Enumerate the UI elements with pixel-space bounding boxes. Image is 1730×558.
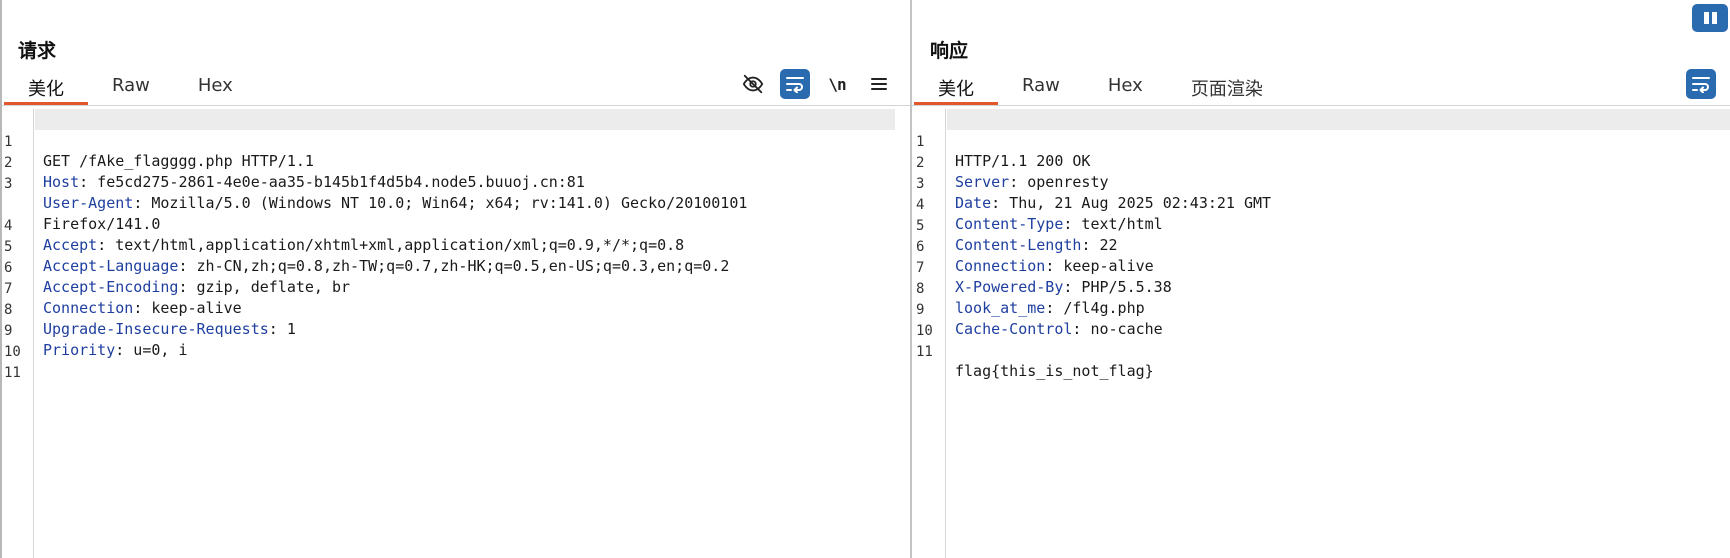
editor-line[interactable]: 1 HTTP/1.1 200 OK	[912, 109, 1730, 170]
editor-line[interactable]: 5 Content-Length: 22	[912, 193, 1730, 254]
editor-line[interactable]: 1 GET /fAke_flagggg.php HTTP/1.1	[2, 109, 910, 170]
response-toolbar	[1686, 69, 1716, 99]
editor-line[interactable]: 9 Cache-Control: no-cache	[912, 277, 1730, 338]
editor-line[interactable]: 4 Accept: text/html,application/xhtml+xm…	[2, 193, 910, 254]
editor-line[interactable]: 11	[2, 340, 910, 381]
editor-line[interactable]: 9 Priority: u=0, i	[2, 298, 910, 359]
line-number: 3	[4, 176, 13, 192]
editor-line[interactable]: 3 User-Agent: Mozilla/5.0 (Windows NT 10…	[2, 151, 910, 233]
editor-line[interactable]: 6 Connection: keep-alive	[912, 214, 1730, 275]
response-editor[interactable]: 1 HTTP/1.1 200 OK 2 Server: openresty 3 …	[912, 109, 1730, 558]
response-tab-divider	[912, 105, 1730, 106]
editor-line[interactable]: 2 Host: fe5cd275-2861-4e0e-aa35-b145b1f4…	[2, 130, 910, 191]
editor-line[interactable]: 6 Accept-Encoding: gzip, deflate, br	[2, 235, 910, 296]
editor-line[interactable]: 7 X-Powered-By: PHP/5.5.38	[912, 235, 1730, 296]
pause-icon[interactable]	[1692, 4, 1728, 32]
wrap-lines-icon[interactable]	[1686, 69, 1716, 99]
tab-raw[interactable]: Raw	[998, 70, 1084, 106]
wrap-lines-icon[interactable]	[780, 69, 810, 99]
editor-line[interactable]: 4 Content-Type: text/html	[912, 172, 1730, 233]
editor-line[interactable]: 3 Date: Thu, 21 Aug 2025 02:43:21 GMT	[912, 151, 1730, 212]
line-number: 11	[916, 344, 933, 360]
editor-line[interactable]: 11 flag{this_is_not_flag}	[912, 319, 1730, 380]
response-pane: 响应 美化 Raw Hex 页面渲染 1 HTTP/1.1 200 OK 2 S…	[910, 0, 1730, 558]
editor-line[interactable]: 10	[912, 298, 1730, 339]
eye-slash-icon[interactable]	[738, 69, 768, 99]
request-pane: 请求 美化 Raw Hex \n 1 GET /fAke_flagggg.php…	[0, 0, 910, 558]
editor-line[interactable]: 5 Accept-Language: zh-CN,zh;q=0.8,zh-TW;…	[2, 214, 910, 275]
newline-label: \n	[828, 74, 846, 94]
request-tab-divider	[2, 105, 910, 106]
editor-line[interactable]: 8 look_at_me: /fl4g.php	[912, 256, 1730, 317]
tab-pretty[interactable]: 美化	[914, 70, 998, 106]
newline-toggle-button[interactable]: \n	[822, 69, 852, 99]
response-title: 响应	[930, 40, 969, 62]
tab-render[interactable]: 页面渲染	[1167, 70, 1287, 106]
request-editor[interactable]: 1 GET /fAke_flagggg.php HTTP/1.1 2 Host:…	[2, 109, 910, 558]
line-number: 11	[4, 365, 21, 381]
tab-pretty[interactable]: 美化	[4, 70, 88, 106]
tab-hex[interactable]: Hex	[1084, 70, 1167, 106]
editor-line[interactable]: 8 Upgrade-Insecure-Requests: 1	[2, 277, 910, 338]
editor-line[interactable]: 7 Connection: keep-alive	[2, 256, 910, 317]
hamburger-menu-icon[interactable]	[864, 69, 894, 99]
editor-line[interactable]: 2 Server: openresty	[912, 130, 1730, 191]
editor-line[interactable]: 10	[2, 319, 910, 360]
tab-hex[interactable]: Hex	[174, 70, 257, 106]
request-title: 请求	[18, 40, 57, 62]
response-body: flag{this_is_not_flag}	[955, 362, 1154, 380]
tab-raw[interactable]: Raw	[88, 70, 174, 106]
request-tabs: 美化 Raw Hex	[4, 70, 257, 106]
request-toolbar: \n	[738, 69, 894, 99]
response-tabs: 美化 Raw Hex 页面渲染	[914, 70, 1287, 106]
